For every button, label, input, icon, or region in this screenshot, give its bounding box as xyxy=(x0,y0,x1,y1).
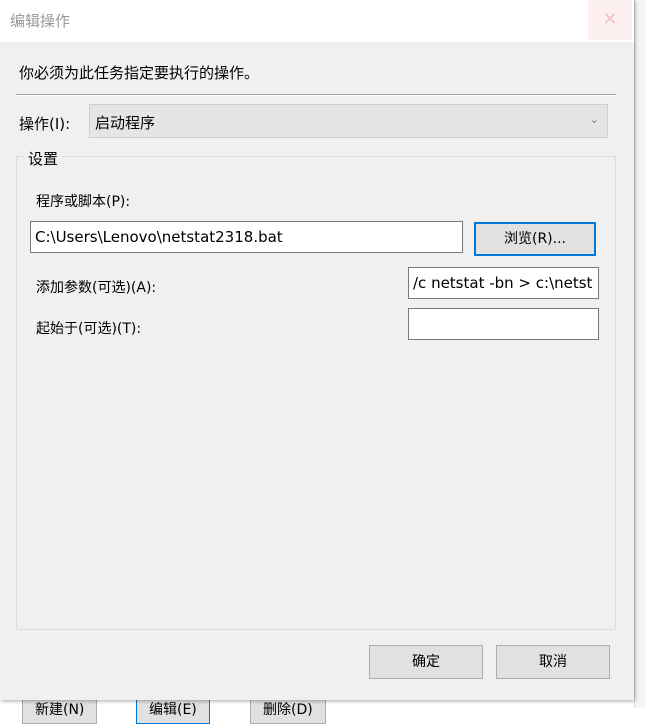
action-select[interactable]: 启动程序 ⌄ xyxy=(89,104,608,138)
dialog-title: 编辑操作 xyxy=(10,12,71,30)
program-input[interactable]: C:\Users\Lenovo\netstat2318.bat xyxy=(30,221,463,253)
close-icon: ✕ xyxy=(602,9,618,30)
start-in-label: 起始于(可选)(T): xyxy=(36,321,142,337)
arguments-label: 添加参数(可选)(A): xyxy=(36,280,157,296)
arguments-input[interactable]: /c netstat -bn > c:\netst xyxy=(408,267,599,299)
action-select-value: 启动程序 xyxy=(95,114,156,132)
close-button[interactable]: ✕ xyxy=(588,0,632,40)
edit-action-dialog: 编辑操作 ✕ 你必须为此任务指定要执行的操作。 操作(I): 启动程序 ⌄ 设置 … xyxy=(0,0,634,700)
settings-label: 设置 xyxy=(24,148,63,169)
instruction-text: 你必须为此任务指定要执行的操作。 xyxy=(19,64,260,82)
start-in-input[interactable] xyxy=(408,308,599,340)
cancel-button[interactable]: 取消 xyxy=(496,645,610,679)
background-window-edge xyxy=(634,0,645,708)
title-bar: 编辑操作 ✕ xyxy=(0,0,634,42)
browse-button[interactable]: 浏览(R)... xyxy=(474,222,596,256)
chevron-down-icon: ⌄ xyxy=(589,113,599,126)
action-label: 操作(I): xyxy=(19,115,71,133)
program-label: 程序或脚本(P): xyxy=(36,194,131,210)
separator xyxy=(16,94,616,96)
ok-button[interactable]: 确定 xyxy=(369,645,483,679)
